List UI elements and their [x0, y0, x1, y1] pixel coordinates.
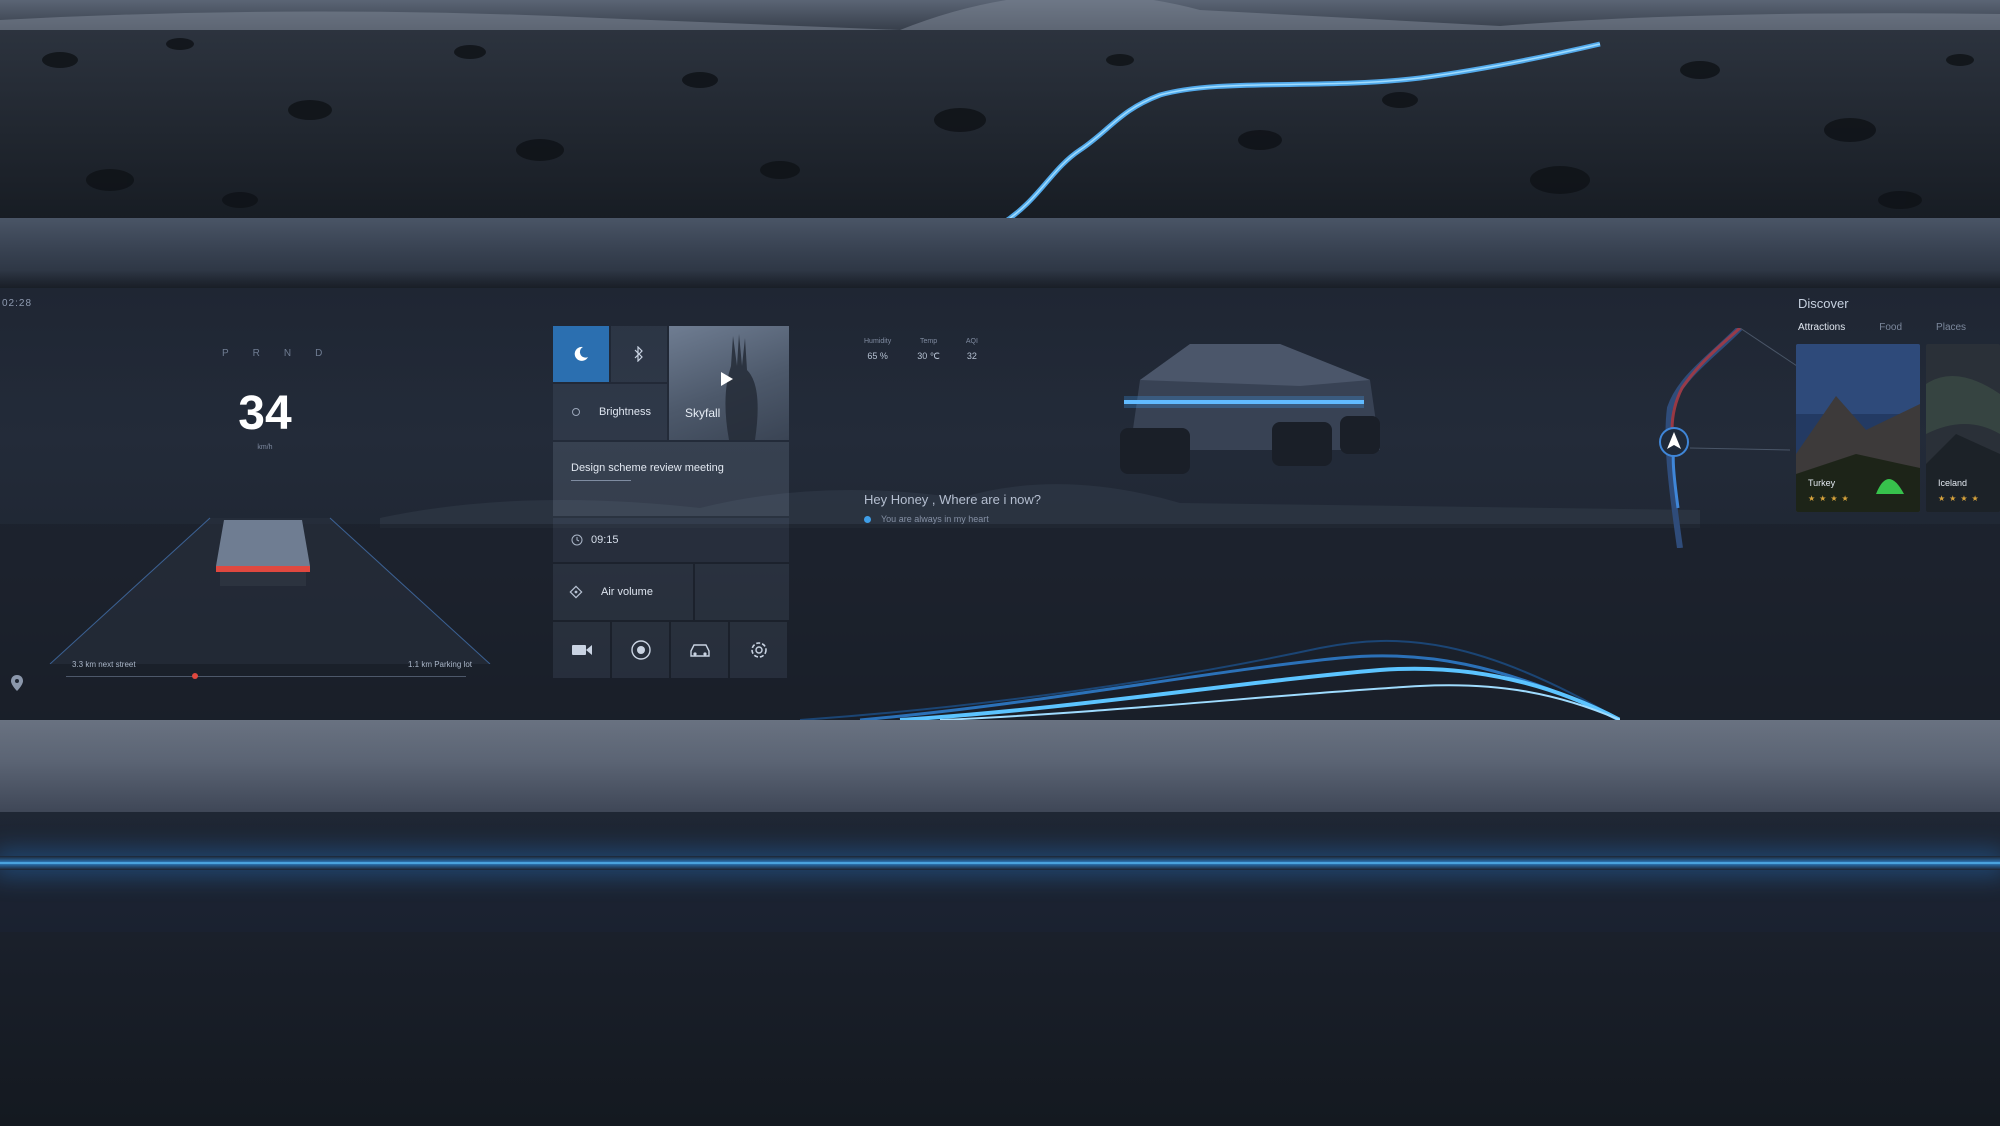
- dashboard-lower-trim: [0, 720, 2000, 812]
- air-volume-control[interactable]: Air volume: [553, 564, 693, 620]
- dashboard-upper-trim: [0, 218, 2000, 288]
- camera-icon: [571, 645, 592, 655]
- clock: 02:28: [2, 298, 33, 309]
- air-volume-label: Air volume: [601, 586, 653, 598]
- gear-p[interactable]: P: [222, 348, 231, 359]
- route-track: [66, 676, 466, 677]
- clock-icon: [571, 534, 583, 546]
- stat-label: Humidity: [864, 338, 892, 345]
- calendar-event-tile[interactable]: Design scheme review meeting: [553, 442, 789, 516]
- bluetooth-toggle[interactable]: [611, 326, 667, 382]
- lane-visualization: [49, 517, 491, 664]
- attraction-card[interactable]: Iceland ★★★★: [1926, 344, 2000, 512]
- assistant-indicator-icon: [864, 515, 871, 523]
- stat-value: 65 %: [867, 351, 888, 361]
- attraction-name: Iceland: [1938, 478, 1968, 488]
- dashboard-ambient-band: [0, 812, 2000, 932]
- navigation-map[interactable]: [1630, 328, 1810, 548]
- car-button[interactable]: [671, 622, 728, 678]
- voice-waveform: [800, 639, 1620, 720]
- bluetooth-icon: [634, 346, 643, 362]
- meeting-time-row[interactable]: 09:15: [553, 518, 789, 562]
- tab-food[interactable]: Food: [1879, 322, 1902, 333]
- tab-attractions[interactable]: Attractions: [1798, 322, 1845, 333]
- stat-value: 32: [966, 351, 977, 361]
- assistant-query: Hey Honey , Where are i now?: [864, 492, 1042, 507]
- gear-n[interactable]: N: [284, 348, 293, 359]
- route-destination: 1.1 km Parking lot: [407, 660, 472, 669]
- stat-aqi: AQI 32: [966, 338, 978, 362]
- vehicle-render: [1120, 344, 1380, 474]
- stat-temp: Temp 30 ℃: [917, 338, 940, 362]
- stat-label: Temp: [919, 338, 938, 345]
- route-position-dot: [192, 673, 198, 679]
- speed-unit: km/h: [257, 444, 273, 451]
- lead-vehicle: [216, 520, 310, 586]
- attraction-name: Turkey: [1808, 478, 1836, 488]
- location-pin-icon[interactable]: [10, 674, 24, 692]
- meeting-divider: [571, 480, 631, 481]
- air-volume-level[interactable]: [695, 564, 789, 620]
- cabin-lower-area: [0, 932, 2000, 1126]
- tab-places[interactable]: Places: [1936, 322, 1966, 333]
- route-progress: 3.3 km next street 1.1 km Parking lot: [56, 660, 472, 690]
- landscape-scenery: [0, 0, 2000, 230]
- stat-humidity: Humidity 65 %: [864, 338, 891, 362]
- speed-readout: 34: [238, 387, 292, 440]
- gear-d[interactable]: D: [315, 348, 324, 359]
- stat-label: AQI: [965, 338, 978, 345]
- brightness-label: Brightness: [599, 406, 651, 418]
- meeting-title: Design scheme review meeting: [571, 462, 724, 474]
- attraction-rating: ★★★★: [1938, 494, 1983, 503]
- discover-title: Discover: [1798, 296, 1849, 311]
- assistant-answer: You are always in my heart: [881, 514, 989, 524]
- media-player-tile[interactable]: Skyfall: [669, 326, 789, 440]
- quick-controls-panel: Brightness Skyfall Design scheme review …: [553, 326, 789, 682]
- infotainment-screen: 02:28 P R N D 34 km/h 3.3 km next street…: [0, 288, 2000, 720]
- assistant-response: You are always in my heart: [864, 514, 989, 524]
- car-icon: [689, 644, 710, 657]
- brightness-icon: [572, 408, 580, 416]
- meeting-time: 09:15: [591, 534, 619, 546]
- fan-icon: [569, 585, 583, 599]
- brightness-control[interactable]: Brightness: [553, 384, 667, 440]
- media-title: Skyfall: [685, 406, 721, 420]
- target-button[interactable]: [612, 622, 669, 678]
- stat-value: 30 ℃: [917, 351, 940, 361]
- settings-button[interactable]: [730, 622, 787, 678]
- route-next-street: 3.3 km next street: [72, 660, 136, 669]
- environment-stats: Humidity 65 % Temp 30 ℃ AQI 32: [864, 338, 978, 362]
- navigation-arrow-icon: [1659, 427, 1689, 457]
- gear-selector[interactable]: P R N D: [222, 348, 324, 359]
- settings-icon: [750, 642, 767, 658]
- attraction-card[interactable]: Turkey ★★★★: [1796, 344, 1920, 512]
- target-icon: [630, 640, 651, 660]
- night-mode-toggle[interactable]: [553, 326, 609, 382]
- attraction-rating: ★★★★: [1808, 494, 1853, 503]
- play-icon[interactable]: [721, 372, 733, 386]
- gear-r[interactable]: R: [253, 348, 262, 359]
- camera-button[interactable]: [553, 622, 610, 678]
- ambient-light-strip: [0, 856, 2000, 870]
- discover-tabs[interactable]: Attractions Food Places: [1798, 322, 1966, 333]
- moon-icon: [574, 346, 588, 361]
